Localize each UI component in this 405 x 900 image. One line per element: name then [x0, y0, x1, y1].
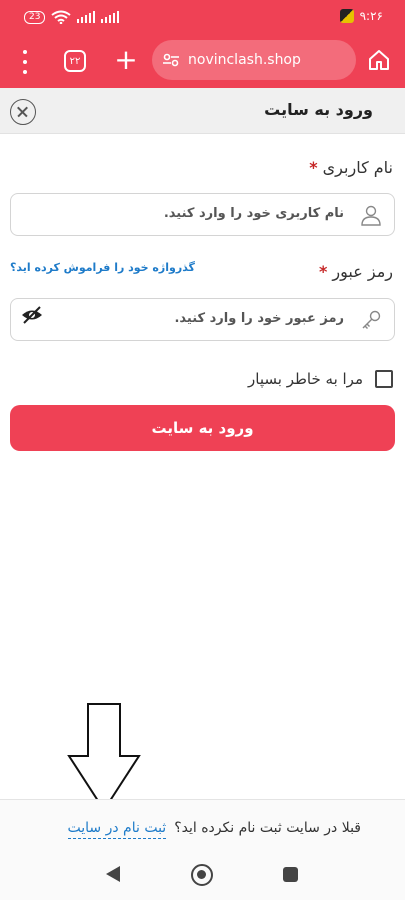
site-settings-icon[interactable] [162, 53, 180, 67]
password-label-text: رمز عبور [332, 262, 393, 281]
username-placeholder: نام کاربری خود را وارد کنید. [163, 206, 344, 221]
register-link[interactable]: ثبت نام در سایت [67, 820, 167, 839]
remember-label: مرا به خاطر بسپار [248, 370, 363, 388]
login-header: ورود به سایت [0, 88, 405, 134]
login-submit-button[interactable]: ورود به سایت [10, 405, 395, 451]
password-placeholder: رمز عبور خود را وارد کنید. [174, 311, 344, 326]
home-icon[interactable] [367, 48, 391, 72]
signal-icon [101, 11, 120, 23]
register-prompt: قبلا در سایت ثبت نام نکرده اید؟ ثبت نام … [67, 820, 361, 839]
page-title: ورود به سایت [264, 100, 373, 119]
username-label: نام کاربری * [309, 158, 393, 177]
address-bar[interactable]: novinclash.shop [152, 40, 356, 80]
signal-icon [77, 11, 96, 23]
username-field[interactable]: نام کاربری خود را وارد کنید. [10, 193, 395, 236]
password-label: رمز عبور * [319, 262, 393, 281]
status-right: ۹:۲۶ [339, 9, 383, 23]
system-nav-bar [0, 856, 405, 900]
clock: ۹:۲۶ [359, 9, 383, 23]
register-question: قبلا در سایت ثبت نام نکرده اید؟ [174, 820, 361, 836]
home-circle-icon[interactable] [191, 864, 213, 886]
recents-icon[interactable] [283, 867, 298, 882]
menu-dots-icon[interactable] [18, 50, 32, 74]
wifi-icon [51, 10, 72, 24]
back-icon[interactable] [106, 866, 120, 882]
arrow-down-icon [67, 703, 141, 812]
battery-icon: 23 [24, 10, 46, 24]
remember-me[interactable]: مرا به خاطر بسپار [248, 370, 393, 388]
password-field[interactable]: رمز عبور خود را وارد کنید. [10, 298, 395, 341]
app-notification-icon [339, 9, 354, 23]
forgot-password-link[interactable]: گذرواژه خود را فراموش کرده اید؟ [10, 261, 195, 274]
tabs-icon[interactable]: ۲۲ [64, 50, 86, 72]
checkbox-icon[interactable] [375, 370, 393, 388]
status-left: 23 [24, 10, 120, 24]
plus-icon[interactable]: + [114, 46, 138, 74]
username-label-text: نام کاربری [322, 158, 393, 177]
browser-toolbar: ۲۲ + novinclash.shop [0, 36, 405, 88]
eye-off-icon[interactable] [21, 306, 43, 324]
close-icon[interactable] [10, 99, 36, 125]
required-mark: * [309, 158, 318, 177]
url-text: novinclash.shop [188, 52, 301, 68]
required-mark: * [318, 262, 328, 281]
key-icon [362, 310, 381, 329]
status-bar: 23 ۹:۲۶ [0, 0, 405, 36]
tabs-count: ۲۲ [69, 55, 81, 67]
user-icon [361, 205, 381, 226]
